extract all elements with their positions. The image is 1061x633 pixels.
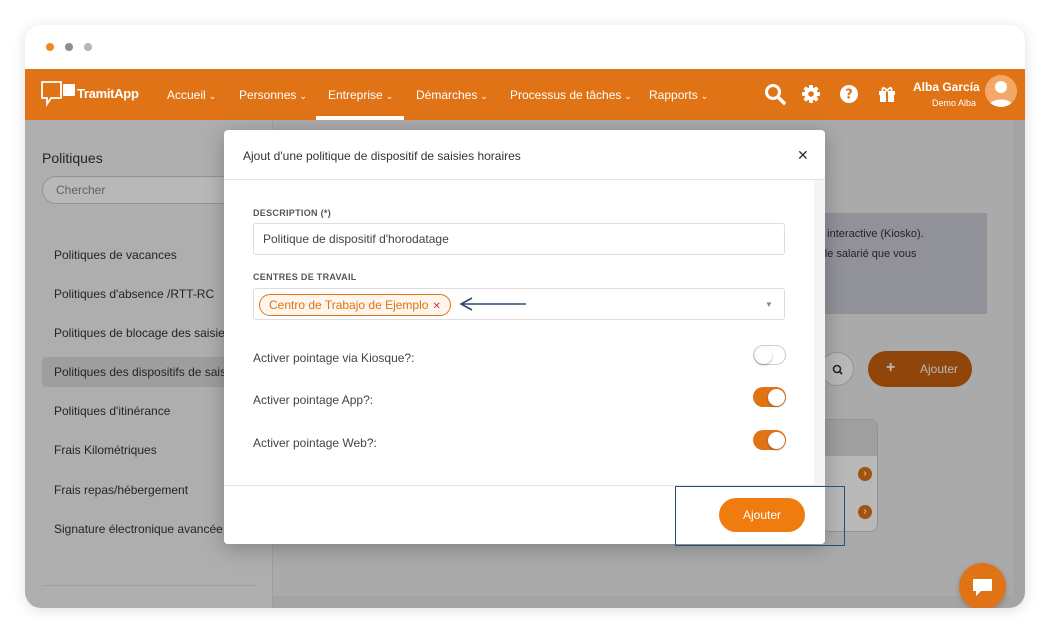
svg-text:?: ? xyxy=(845,88,853,103)
nav-item-accueil[interactable]: Accueil ⌄ xyxy=(167,88,216,102)
chevron-down-icon: ⌄ xyxy=(299,91,307,101)
toggle-knob xyxy=(768,431,785,449)
top-navigation-bar: TramitApp Accueil ⌄ Personnes ⌄ Entreprise… xyxy=(25,69,1025,120)
app-toggle-label: Activer pointage App?: xyxy=(253,393,374,407)
modal-header: Ajout d'une politique de dispositif de s… xyxy=(224,130,825,180)
avatar[interactable] xyxy=(985,75,1017,107)
nav-item-personnes[interactable]: Personnes ⌄ xyxy=(239,88,307,102)
chevron-down-icon[interactable]: ▼ xyxy=(765,300,773,309)
logo-text[interactable]: TramitApp xyxy=(77,86,139,101)
annotation-highlight-box xyxy=(675,486,845,546)
window-dot-orange[interactable] xyxy=(46,43,54,51)
kiosk-toggle-label: Activer pointage via Kiosque?: xyxy=(253,351,415,365)
kiosk-toggle[interactable] xyxy=(753,345,786,365)
tramitapp-logo-icon[interactable] xyxy=(39,78,79,110)
description-input[interactable]: Politique de dispositif d'horodatage xyxy=(253,223,785,255)
modal-scrollbar[interactable] xyxy=(814,180,825,485)
chat-icon xyxy=(973,579,992,596)
annotation-arrow-icon xyxy=(459,297,526,311)
help-icon[interactable]: ? xyxy=(837,82,861,106)
user-name[interactable]: Alba García xyxy=(913,80,980,94)
toggle-knob xyxy=(768,388,785,406)
web-toggle-label: Activer pointage Web?: xyxy=(253,436,377,450)
nav-item-rapports[interactable]: Rapports ⌄ xyxy=(649,88,708,102)
browser-window: TramitApp Accueil ⌄ Personnes ⌄ Entreprise… xyxy=(25,25,1025,608)
add-policy-modal: Ajout d'une politique de dispositif de s… xyxy=(224,130,825,544)
user-avatar-icon xyxy=(989,81,1013,107)
modal-body: DESCRIPTION (*) Politique de dispositif … xyxy=(224,180,814,485)
chevron-down-icon: ⌄ xyxy=(624,91,632,101)
toggle-knob xyxy=(755,347,772,364)
user-company: Demo Alba xyxy=(931,98,976,108)
nav-item-demarches[interactable]: Démarches ⌄ xyxy=(416,88,488,102)
remove-tag-icon[interactable]: ✕ xyxy=(432,301,440,312)
centers-label: CENTRES DE TRAVAIL xyxy=(253,272,357,282)
window-dot-light[interactable] xyxy=(84,43,92,51)
description-label: DESCRIPTION (*) xyxy=(253,208,332,218)
nav-item-processus[interactable]: Processus de tâches ⌄ xyxy=(510,88,632,102)
web-toggle[interactable] xyxy=(753,430,786,450)
chevron-down-icon: ⌄ xyxy=(208,91,217,101)
modal-title: Ajout d'une politique de dispositif de s… xyxy=(243,149,521,163)
center-tag[interactable]: Centro de Trabajo de Ejemplo ✕ xyxy=(259,294,451,316)
chevron-down-icon: ⌄ xyxy=(480,91,488,101)
app-toggle[interactable] xyxy=(753,387,786,407)
search-icon[interactable] xyxy=(763,82,787,106)
chevron-down-icon: ⌄ xyxy=(700,91,709,101)
gear-icon[interactable] xyxy=(799,82,823,106)
close-icon[interactable]: ✕ xyxy=(797,147,809,164)
nav-item-entreprise[interactable]: Entreprise ⌄ xyxy=(328,88,393,102)
chat-button[interactable] xyxy=(959,563,1006,608)
window-dot-gray[interactable] xyxy=(65,43,73,51)
window-titlebar xyxy=(25,25,1025,69)
gift-icon[interactable] xyxy=(875,82,899,106)
chevron-down-icon: ⌄ xyxy=(385,91,394,101)
